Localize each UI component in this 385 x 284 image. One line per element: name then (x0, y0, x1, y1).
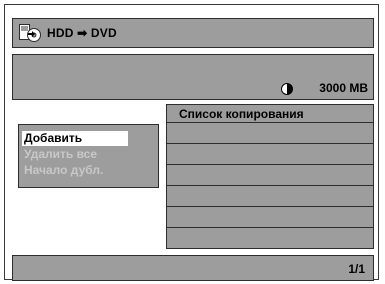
list-item[interactable] (167, 122, 373, 143)
copy-list-title: Список копирования (179, 107, 304, 121)
list-item[interactable] (167, 185, 373, 206)
disc-space-value: 3000 MB (319, 81, 368, 95)
copy-list-rows (167, 122, 373, 248)
list-item[interactable] (167, 206, 373, 227)
disc-space-pie-icon (281, 83, 293, 95)
copy-list-header: Список копирования (167, 105, 373, 122)
list-item[interactable] (167, 164, 373, 185)
menu-item-add[interactable]: Добавить (22, 131, 128, 146)
copy-list[interactable]: Список копирования (166, 104, 374, 249)
page-title: HDD ➡ DVD (47, 26, 117, 40)
menu-item-delete-all[interactable]: Удалить все (22, 147, 97, 162)
info-bar: 3000 MB (12, 54, 374, 100)
hdd-to-dvd-icon (19, 24, 41, 42)
action-menu: Добавить Удалить все Начало дубл. (18, 124, 159, 188)
footer-bar: 1/1 (12, 255, 374, 281)
title-wrap: HDD ➡ DVD (19, 24, 117, 42)
list-item[interactable] (167, 143, 373, 164)
page-indicator: 1/1 (348, 262, 365, 276)
menu-item-start-dubbing[interactable]: Начало дубл. (22, 163, 103, 178)
title-bar: HDD ➡ DVD (12, 18, 374, 48)
list-item[interactable] (167, 227, 373, 248)
